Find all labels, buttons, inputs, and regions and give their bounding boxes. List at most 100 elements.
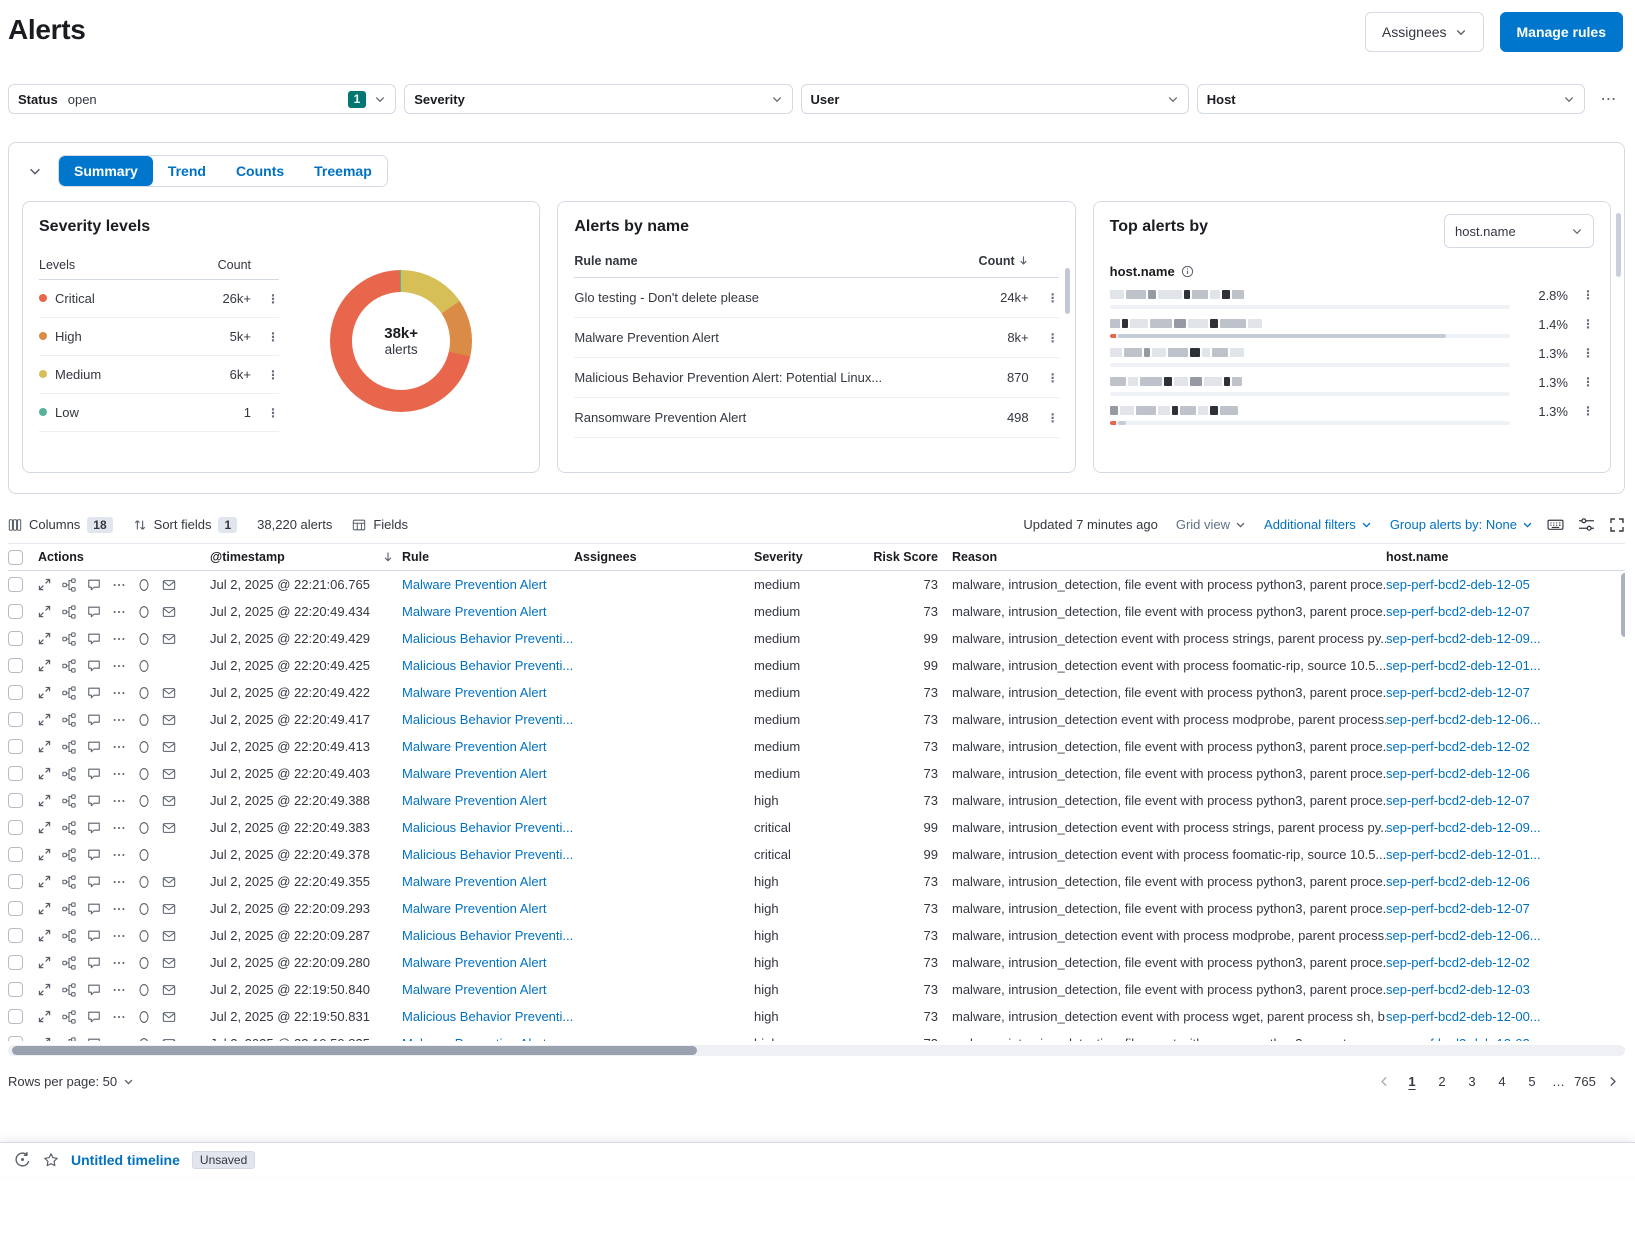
- comment-icon[interactable]: [87, 686, 101, 700]
- comment-icon[interactable]: [87, 1037, 101, 1042]
- row-menu-icon[interactable]: ⋮: [1582, 350, 1594, 356]
- expand-alert-icon[interactable]: [38, 848, 51, 861]
- manage-rules-button[interactable]: Manage rules: [1500, 12, 1623, 52]
- host-filter[interactable]: Host: [1197, 84, 1585, 114]
- rule-link[interactable]: Malware Prevention Alert: [402, 793, 547, 808]
- group-alerts-by-button[interactable]: Group alerts by: None: [1390, 517, 1533, 532]
- chart-tab[interactable]: Treemap: [299, 156, 387, 186]
- host-link[interactable]: sep-perf-bcd2-deb-12-01...: [1386, 658, 1541, 673]
- email-icon[interactable]: [162, 605, 176, 619]
- reason-cell[interactable]: malware, intrusion_detection, file event…: [952, 955, 1386, 970]
- host-link[interactable]: sep-perf-bcd2-deb-12-06...: [1386, 712, 1541, 727]
- analyzer-icon[interactable]: [62, 983, 76, 997]
- session-view-icon[interactable]: [137, 713, 151, 727]
- session-view-icon[interactable]: [137, 740, 151, 754]
- rows-per-page-button[interactable]: Rows per page: 50: [8, 1074, 134, 1089]
- row-checkbox[interactable]: [8, 712, 23, 727]
- expand-alert-icon[interactable]: [38, 902, 51, 915]
- expand-alert-icon[interactable]: [38, 713, 51, 726]
- session-view-icon[interactable]: [137, 956, 151, 970]
- rule-link[interactable]: Malware Prevention Alert: [402, 577, 547, 592]
- reason-cell[interactable]: malware, intrusion_detection, file event…: [952, 766, 1386, 781]
- comment-icon[interactable]: [87, 929, 101, 943]
- row-checkbox[interactable]: [8, 793, 23, 808]
- session-view-icon[interactable]: [137, 902, 151, 916]
- email-icon[interactable]: [162, 1010, 176, 1024]
- comment-icon[interactable]: [87, 659, 101, 673]
- next-page-icon[interactable]: [1602, 1075, 1623, 1088]
- host-link[interactable]: sep-perf-bcd2-deb-12-07: [1386, 793, 1530, 808]
- row-checkbox[interactable]: [8, 1036, 23, 1041]
- col-reason[interactable]: Reason: [952, 550, 1386, 564]
- row-menu-icon[interactable]: ⋮: [267, 372, 279, 378]
- comment-icon[interactable]: [87, 956, 101, 970]
- rule-link[interactable]: Malicious Behavior Preventi...: [402, 820, 573, 835]
- rule-link[interactable]: Malware Prevention Alert: [402, 604, 547, 619]
- row-checkbox[interactable]: [8, 874, 23, 889]
- host-link[interactable]: sep-perf-bcd2-deb-12-09...: [1386, 631, 1541, 646]
- comment-icon[interactable]: [87, 983, 101, 997]
- email-icon[interactable]: [162, 902, 176, 916]
- fields-button[interactable]: Fields: [352, 517, 408, 532]
- email-icon[interactable]: [162, 875, 176, 889]
- more-actions-icon[interactable]: [112, 848, 126, 862]
- comment-icon[interactable]: [87, 632, 101, 646]
- row-menu-icon[interactable]: ⋮: [267, 296, 279, 302]
- host-link[interactable]: sep-perf-bcd2-deb-12-06...: [1386, 928, 1541, 943]
- host-link[interactable]: sep-perf-bcd2-deb-12-06: [1386, 766, 1530, 781]
- page-button-765[interactable]: 765: [1572, 1068, 1598, 1094]
- analyzer-icon[interactable]: [62, 821, 76, 835]
- expand-alert-icon[interactable]: [38, 1010, 51, 1023]
- reason-cell[interactable]: malware, intrusion_detection, file event…: [952, 739, 1386, 754]
- reason-cell[interactable]: malware, intrusion_detection, file event…: [952, 874, 1386, 889]
- analyzer-icon[interactable]: [62, 1037, 76, 1042]
- host-link[interactable]: sep-perf-bcd2-deb-12-06: [1386, 874, 1530, 889]
- reason-cell[interactable]: malware, intrusion_detection event with …: [952, 820, 1386, 835]
- horizontal-scrollbar-thumb[interactable]: [12, 1046, 697, 1055]
- analyzer-icon[interactable]: [62, 956, 76, 970]
- more-filters-icon[interactable]: ⋯: [1593, 85, 1625, 113]
- email-icon[interactable]: [162, 1037, 176, 1042]
- email-icon[interactable]: [162, 956, 176, 970]
- comment-icon[interactable]: [87, 1010, 101, 1024]
- row-checkbox[interactable]: [8, 577, 23, 592]
- more-actions-icon[interactable]: [112, 740, 126, 754]
- row-checkbox[interactable]: [8, 631, 23, 646]
- col-rule[interactable]: Rule: [402, 550, 574, 564]
- session-view-icon[interactable]: [137, 578, 151, 592]
- assignees-button[interactable]: Assignees: [1365, 12, 1484, 52]
- more-actions-icon[interactable]: [112, 929, 126, 943]
- analyzer-icon[interactable]: [62, 632, 76, 646]
- expand-alert-icon[interactable]: [38, 929, 51, 942]
- reason-cell[interactable]: malware, intrusion_detection, file event…: [952, 685, 1386, 700]
- sort-descending-icon[interactable]: [382, 551, 394, 563]
- expand-alert-icon[interactable]: [38, 1037, 51, 1041]
- row-checkbox[interactable]: [8, 847, 23, 862]
- expand-alert-icon[interactable]: [38, 956, 51, 969]
- keyboard-shortcuts-icon[interactable]: [1547, 516, 1564, 533]
- col-risk-score[interactable]: Risk Score: [864, 550, 952, 564]
- expand-alert-icon[interactable]: [38, 767, 51, 780]
- reason-cell[interactable]: malware, intrusion_detection event with …: [952, 1009, 1386, 1024]
- analyzer-icon[interactable]: [62, 578, 76, 592]
- session-view-icon[interactable]: [137, 686, 151, 700]
- analyzer-icon[interactable]: [62, 902, 76, 916]
- rule-link[interactable]: Malware Prevention Alert: [402, 1036, 547, 1041]
- reason-cell[interactable]: malware, intrusion_detection event with …: [952, 928, 1386, 943]
- chart-tab[interactable]: Trend: [153, 156, 221, 186]
- timeline-icon[interactable]: [14, 1151, 31, 1168]
- status-filter[interactable]: Status open 1: [8, 84, 396, 114]
- analyzer-icon[interactable]: [62, 875, 76, 889]
- col-assignees[interactable]: Assignees: [574, 550, 754, 564]
- session-view-icon[interactable]: [137, 605, 151, 619]
- reason-cell[interactable]: malware, intrusion_detection event with …: [952, 631, 1386, 646]
- rule-link[interactable]: Malware Prevention Alert: [402, 982, 547, 997]
- analyzer-icon[interactable]: [62, 1010, 76, 1024]
- email-icon[interactable]: [162, 632, 176, 646]
- grid-view-button[interactable]: Grid view: [1176, 517, 1246, 532]
- expand-alert-icon[interactable]: [38, 686, 51, 699]
- page-button-1[interactable]: 1: [1399, 1068, 1425, 1094]
- rule-link[interactable]: Malware Prevention Alert: [402, 955, 547, 970]
- expand-alert-icon[interactable]: [38, 632, 51, 645]
- additional-filters-button[interactable]: Additional filters: [1264, 517, 1372, 532]
